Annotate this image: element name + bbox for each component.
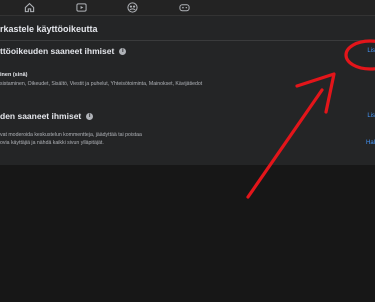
top-navigation-bar — [0, 0, 375, 16]
person-label: inen (sinä) — [0, 72, 28, 78]
section-title-text: ttöoikeuden saaneet ihmiset — [0, 46, 115, 56]
access-settings-panel: rkastele käyttöoikeutta ttöoikeuden saan… — [0, 16, 375, 165]
task-access-description-2: ovia käyttäjiä ja nähdä kaikki sivun yll… — [0, 140, 104, 146]
section-title-task-access: den saaneet ihmiset i — [0, 111, 94, 121]
gaming-icon[interactable] — [178, 2, 190, 13]
page-title: rkastele käyttöoikeutta — [0, 24, 98, 34]
manage-link[interactable]: Hal — [366, 140, 375, 146]
section-title-access-people: ttöoikeuden saaneet ihmiset i — [0, 46, 127, 56]
video-icon[interactable] — [75, 2, 87, 13]
divider — [0, 40, 375, 41]
home-icon[interactable] — [23, 2, 35, 13]
task-access-description-1: vat moderoida keskustelun kommentteja, j… — [0, 132, 142, 138]
section-title-text: den saaneet ihmiset — [0, 111, 82, 121]
permissions-list: sistaminen, Oikeudet, Sisältö, Viestit j… — [0, 81, 203, 87]
info-icon[interactable]: i — [86, 112, 94, 120]
add-access-link[interactable]: Lis — [367, 48, 375, 54]
info-icon[interactable]: i — [119, 47, 127, 55]
add-task-access-link[interactable]: Lis — [367, 113, 375, 119]
groups-icon[interactable] — [126, 2, 138, 13]
